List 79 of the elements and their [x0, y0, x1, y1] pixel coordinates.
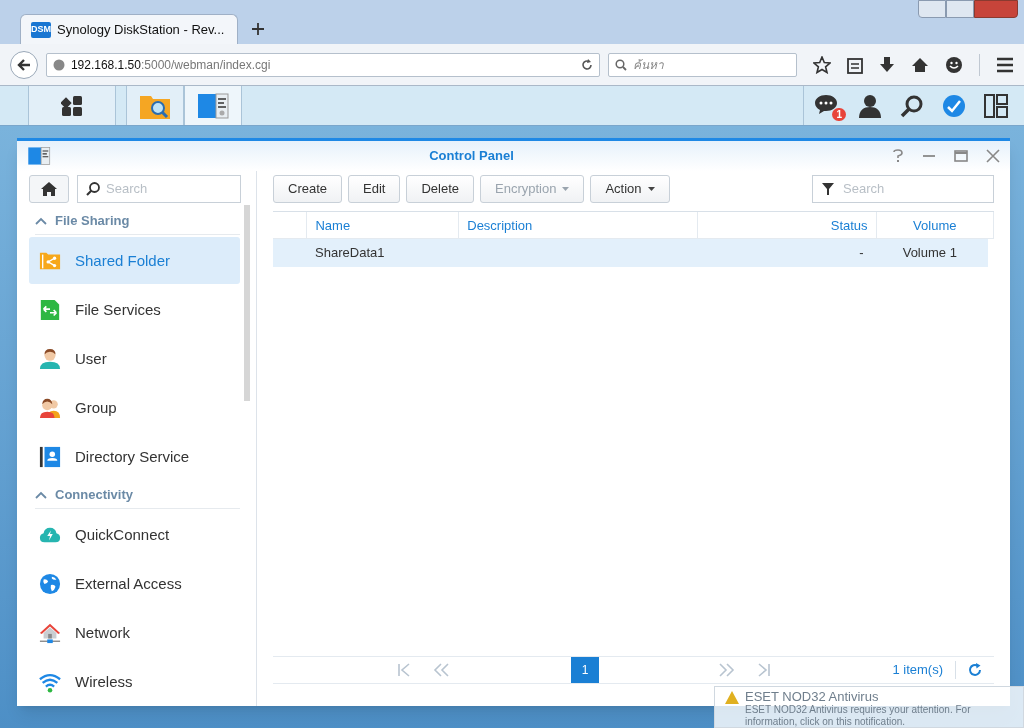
toast-message: ESET NOD32 Antivirus requires your attention. For	[745, 704, 971, 716]
tab-favicon: DSM	[31, 21, 51, 38]
sidebar-item[interactable]: File Services	[29, 286, 240, 334]
house-network-icon	[39, 622, 61, 645]
toast-message: information, click on this notification.	[745, 716, 906, 727]
control-panel-icon	[197, 91, 229, 120]
browser-tab[interactable]: DSM Synology DiskStation - Rev...	[20, 14, 238, 44]
toolbar-button[interactable]: Delete	[406, 175, 474, 203]
chevron-up-icon	[35, 490, 47, 499]
contact-card-icon	[39, 446, 61, 469]
section-header[interactable]: File Sharing	[35, 207, 240, 236]
wifi-icon	[39, 671, 61, 694]
window-title: Control Panel	[428, 147, 515, 166]
download-icon[interactable]	[879, 55, 895, 74]
taskbar-app-button[interactable]	[126, 86, 184, 125]
clipboard-icon[interactable]	[847, 55, 863, 74]
user-icon	[39, 348, 61, 371]
page-number-button[interactable]: 1	[571, 657, 599, 683]
refresh-icon[interactable]	[968, 663, 982, 677]
table-row[interactable]: ShareData1 - Volume 1	[273, 239, 988, 267]
search-field[interactable]: ค้นหา	[607, 52, 797, 77]
sidebar-item[interactable]: Group	[29, 384, 240, 432]
file-arrows-icon	[39, 299, 61, 322]
sidebar-item[interactable]: QuickConnect	[29, 511, 240, 559]
search-placeholder: Search	[106, 180, 148, 199]
item-count: 1 item(s)	[892, 661, 943, 680]
section-header[interactable]: Connectivity	[35, 481, 240, 510]
menu-icon[interactable]	[996, 56, 1014, 73]
search-placeholder: Search	[843, 180, 885, 199]
sidebar-item[interactable]: External Access	[29, 560, 240, 608]
table-cell: Volume 1	[902, 245, 957, 260]
table-cell: -	[859, 245, 864, 260]
close-icon[interactable]	[986, 149, 1000, 163]
notification-badge: 1	[832, 107, 846, 121]
address-bar[interactable]: 192.168.1.50:5000/webman/index.cgi	[45, 52, 600, 77]
toast-title: ESET NOD32 Antivirus	[745, 689, 879, 704]
warning-icon	[725, 691, 739, 704]
home-button[interactable]	[29, 175, 69, 203]
search-icon	[614, 58, 627, 71]
group-icon	[39, 397, 61, 420]
star-icon[interactable]	[813, 55, 831, 74]
sidebar-item[interactable]: Wireless	[29, 658, 240, 706]
back-button[interactable]	[10, 50, 38, 79]
new-tab-icon[interactable]	[252, 23, 264, 35]
home-icon	[40, 181, 58, 197]
user-icon[interactable]	[858, 93, 882, 118]
toolbar-button[interactable]: Edit	[348, 175, 401, 203]
maximize-icon[interactable]	[954, 149, 968, 163]
toolbar-button[interactable]: Action	[590, 175, 670, 203]
back-arrow-icon	[16, 57, 31, 72]
taskbar-app-button[interactable]	[184, 86, 242, 125]
notification-toast[interactable]: ESET NOD32 Antivirus ESET NOD32 Antivirus requires your attention. For information, click on this notification.	[714, 686, 1024, 728]
sidebar-item[interactable]: Directory Service	[29, 433, 240, 482]
chat-bubble-icon[interactable]	[814, 92, 838, 115]
search-icon	[86, 182, 100, 196]
sidebar-item[interactable]: User	[29, 335, 240, 383]
scrollbar-thumb[interactable]	[244, 205, 250, 401]
widgets-icon[interactable]	[984, 93, 1008, 118]
tab-title: Synology DiskStation - Rev...	[57, 20, 225, 39]
reload-icon[interactable]	[580, 58, 593, 71]
column-header[interactable]: Description	[459, 212, 699, 238]
smiley-icon[interactable]	[945, 55, 963, 74]
table-cell: ShareData1	[315, 245, 385, 260]
search-icon[interactable]	[900, 93, 924, 118]
search-placeholder: ค้นหา	[632, 56, 664, 74]
help-icon[interactable]	[892, 149, 904, 163]
home-icon[interactable]	[911, 55, 929, 74]
app-grid-icon	[61, 94, 83, 117]
column-header[interactable]: Status	[698, 212, 877, 238]
filter-icon	[821, 182, 835, 196]
column-header[interactable]: Volume	[876, 212, 994, 238]
sidebar-item[interactable]: Network	[29, 609, 240, 657]
column-header[interactable]: Name	[307, 212, 460, 238]
chevron-up-icon	[35, 216, 47, 225]
url-text: 192.168.1.50:5000/webman/index.cgi	[70, 56, 272, 74]
toolbar-button[interactable]: Create	[273, 175, 343, 203]
main-menu-button[interactable]	[28, 86, 116, 125]
control-panel-icon	[27, 146, 51, 166]
sidebar-item[interactable]: Shared Folder	[29, 237, 240, 285]
